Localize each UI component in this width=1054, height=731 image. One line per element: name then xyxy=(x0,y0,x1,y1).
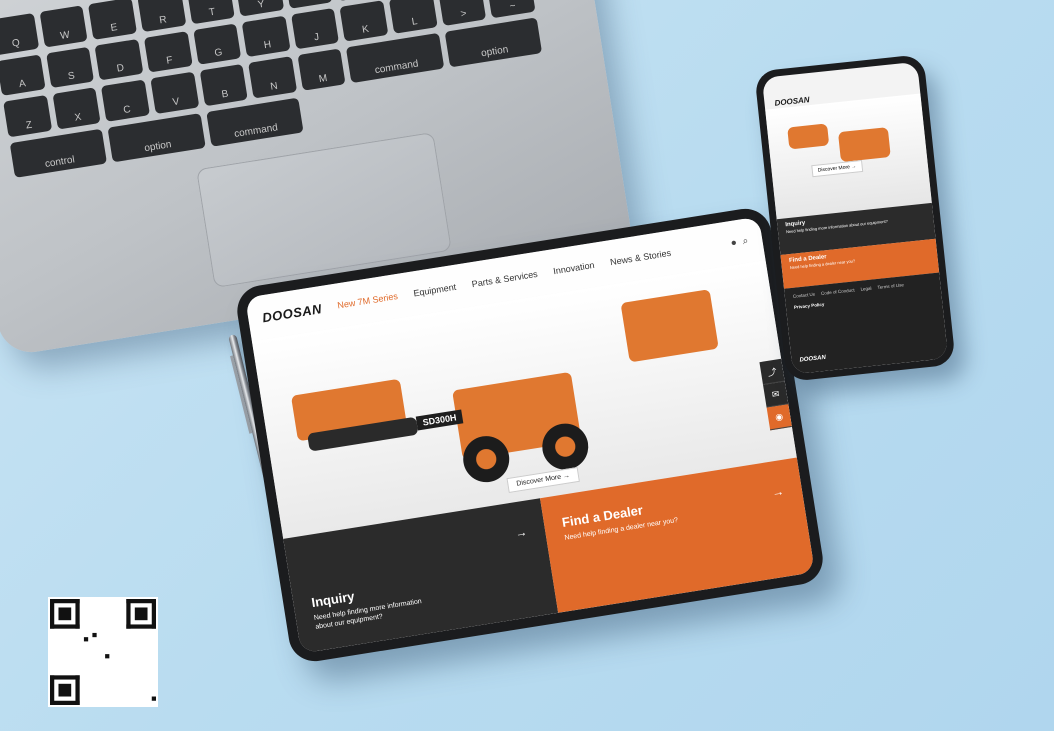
model-tag: SD300H xyxy=(415,409,464,431)
product-mockup-scene: QWERTYUIOP<ASDFGHJKL>~ZXCVBNMcommandopti… xyxy=(0,0,1054,731)
location-icon[interactable]: ◉ xyxy=(766,404,792,431)
arrow-right-icon[interactable]: → xyxy=(771,484,785,500)
loader-background-image xyxy=(620,289,719,363)
phone-footer: Contact Us Code of Conduct Legal Terms o… xyxy=(784,272,949,375)
key: C xyxy=(101,79,150,122)
key: V xyxy=(150,71,199,114)
phone-footer-logo: DOOSAN xyxy=(799,354,827,364)
phone-loader-image xyxy=(837,127,891,163)
key: G xyxy=(192,22,242,65)
key: T xyxy=(186,0,235,24)
key: J xyxy=(290,7,340,50)
key: command xyxy=(205,97,304,147)
key: option xyxy=(444,17,543,68)
qr-code xyxy=(48,597,158,707)
nav-new-7m-series[interactable]: New 7M Series xyxy=(337,291,399,310)
key: M xyxy=(297,48,346,91)
key: D xyxy=(94,38,144,81)
key: B xyxy=(199,63,248,106)
key: U xyxy=(284,0,333,9)
keyboard: QWERTYUIOP<ASDFGHJKL>~ZXCVBNMcommandopti… xyxy=(0,0,549,178)
key: command xyxy=(346,32,444,83)
key: R xyxy=(137,0,186,32)
doosan-logo[interactable]: DOOSAN xyxy=(261,301,323,325)
key: A xyxy=(0,54,46,96)
key: H xyxy=(241,15,291,58)
arrow-right-icon[interactable]: → xyxy=(514,525,528,541)
key: W xyxy=(39,5,88,48)
key: S xyxy=(45,46,95,89)
nav-news-stories[interactable]: News & Stories xyxy=(609,248,671,268)
footer-link[interactable]: Privacy Policy xyxy=(794,302,825,310)
key: F xyxy=(143,30,193,73)
key: ~ xyxy=(486,0,536,19)
key: K xyxy=(339,0,389,42)
key: control xyxy=(9,128,108,178)
discover-more-button[interactable]: Discover More → xyxy=(506,466,581,494)
phone: DOOSAN Discover More → Inquiry Need help… xyxy=(754,53,956,383)
key: L xyxy=(388,0,438,34)
footer-link[interactable]: Code of Conduct xyxy=(821,287,855,296)
nav-parts-services[interactable]: Parts & Services xyxy=(471,269,538,289)
phone-screen: DOOSAN Discover More → Inquiry Need help… xyxy=(761,61,949,375)
nav-equipment[interactable]: Equipment xyxy=(413,282,457,299)
key: N xyxy=(248,56,297,99)
phone-excavator-image xyxy=(787,123,830,150)
key: option xyxy=(107,112,206,163)
footer-link[interactable]: Contact Us xyxy=(793,292,816,299)
key: E xyxy=(88,0,137,40)
tablet-screen: DOOSAN New 7M Series Equipment Parts & S… xyxy=(245,216,815,654)
qr-code-image xyxy=(50,599,156,705)
key: Q xyxy=(0,13,39,55)
footer-link[interactable]: Legal xyxy=(860,286,871,292)
key: Y xyxy=(235,0,284,17)
search-icon[interactable]: ⌕ xyxy=(742,235,749,247)
footer-link[interactable]: Terms of Use xyxy=(877,282,904,290)
key: X xyxy=(52,87,101,130)
globe-icon[interactable]: ● xyxy=(730,237,738,249)
phone-hero-image xyxy=(765,93,932,220)
key: > xyxy=(437,0,487,27)
key: Z xyxy=(3,95,52,137)
nav-innovation[interactable]: Innovation xyxy=(553,260,596,276)
